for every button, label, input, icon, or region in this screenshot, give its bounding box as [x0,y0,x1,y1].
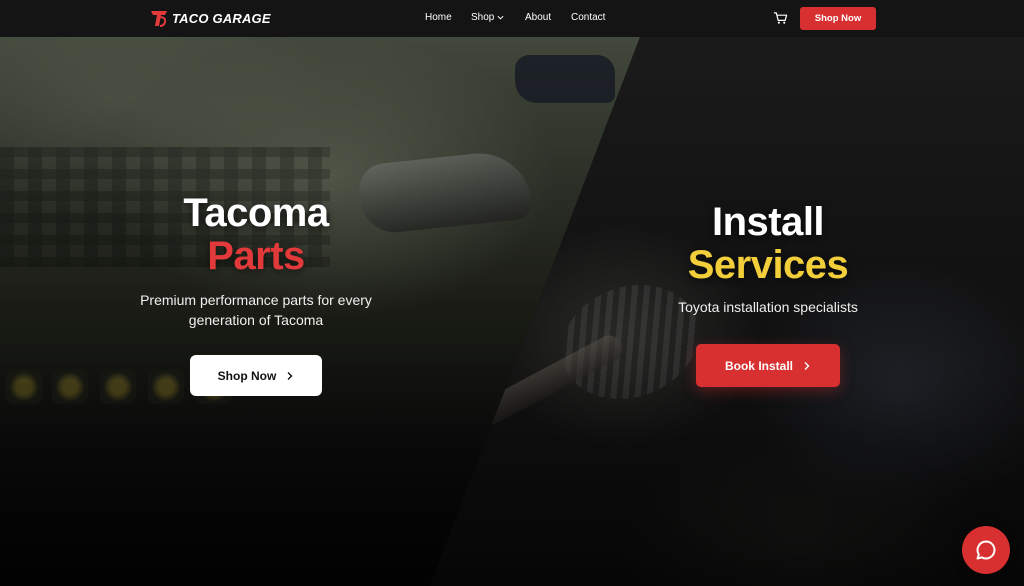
book-install-button[interactable]: Book Install [696,344,840,387]
parts-shop-now-label: Shop Now [217,368,277,383]
site-header: TACO GARAGE Home Shop About Contact Shop… [0,0,1024,37]
fog-light-pod [100,370,136,404]
fog-light-pod [148,370,184,404]
mirror-shape [515,55,615,103]
install-subtitle: Toyota installation specialists [678,299,858,315]
chevron-right-icon [287,371,293,380]
book-install-label: Book Install [724,358,793,373]
header-shop-now-button[interactable]: Shop Now [800,7,876,30]
parts-shop-now-button[interactable]: Shop Now [190,355,322,396]
nav-contact[interactable]: Contact [571,12,605,23]
taco-garage-logo-icon [151,11,167,27]
fog-light-pod [6,370,42,404]
parts-title-line2: Parts [207,234,305,278]
parts-title-line1: Tacoma [183,191,329,235]
site-logo[interactable]: TACO GARAGE [150,8,271,28]
fog-light-pod [52,370,88,404]
install-copy: Install Services Toyota installation spe… [660,200,876,316]
logo-text: TACO GARAGE [172,10,271,26]
parts-subtitle: Premium performance parts for every gene… [140,292,372,328]
hero: Tacoma Parts Premium performance parts f… [0,37,1024,586]
chat-bubble-icon [976,540,996,560]
parts-copy: Tacoma Parts Premium performance parts f… [126,192,386,330]
cart-icon[interactable] [773,11,788,25]
chevron-right-icon [804,361,810,370]
chevron-down-icon [497,15,504,20]
chat-button[interactable] [962,526,1010,574]
install-title-line2: Services [687,243,849,287]
nav-about[interactable]: About [525,12,551,23]
nav-home[interactable]: Home [425,12,452,23]
nav-shop-label: Shop [471,12,495,23]
nav-shop[interactable]: Shop [471,12,504,23]
install-title-line1: Install [711,200,825,244]
